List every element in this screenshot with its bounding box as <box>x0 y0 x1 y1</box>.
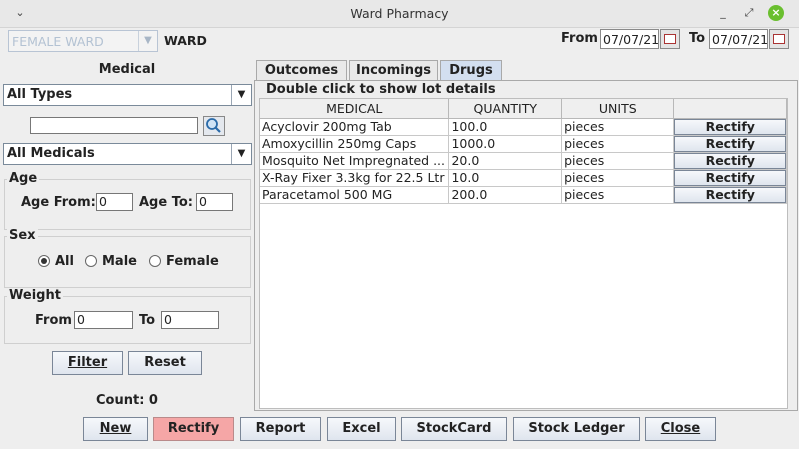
search-icon <box>206 118 221 133</box>
sex-male-label: Male <box>102 254 137 269</box>
maximize-icon[interactable]: ⤢ <box>741 5 757 21</box>
row-rectify-button[interactable]: Rectify <box>674 186 786 202</box>
search-button[interactable] <box>203 116 225 136</box>
row-rectify-button[interactable]: Rectify <box>674 152 786 168</box>
cell-medical: Mosquito Net Impregnated ... <box>260 152 450 170</box>
cell-quantity: 100.0 <box>448 118 563 136</box>
cell-units: pieces <box>561 118 675 136</box>
from-calendar-button[interactable] <box>660 29 680 49</box>
cell-quantity: 200.0 <box>448 186 563 204</box>
table-row[interactable]: Acyclovir 200mg Tab 100.0 pieces Rectify <box>260 118 787 136</box>
close-window-icon[interactable]: × <box>768 5 784 21</box>
column-header-medical[interactable]: MEDICAL <box>260 99 450 119</box>
cell-action: Rectify <box>673 186 787 204</box>
sex-all-radio[interactable] <box>38 255 50 267</box>
column-header-action[interactable] <box>673 99 787 119</box>
weight-from-input[interactable]: 0 <box>74 311 133 329</box>
cell-quantity: 10.0 <box>448 169 563 187</box>
cell-medical: Acyclovir 200mg Tab <box>260 118 450 136</box>
cell-action: Rectify <box>673 152 787 170</box>
tab-outcomes[interactable]: Outcomes <box>256 60 347 80</box>
table-row[interactable]: Mosquito Net Impregnated ... 20.0 pieces Re… <box>260 152 787 170</box>
search-input[interactable] <box>30 117 198 134</box>
type-filter-select[interactable]: All Types ▼ <box>3 84 252 106</box>
from-date-label: From <box>561 31 598 46</box>
calendar-icon <box>664 34 676 44</box>
age-to-label: Age To: <box>139 195 193 210</box>
filter-button[interactable]: Filter <box>52 351 123 375</box>
table-row[interactable]: X-Ray Fixer 3.3kg for 22.5 Ltr 10.0 pieces… <box>260 169 787 187</box>
reset-button[interactable]: Reset <box>128 351 202 375</box>
record-count: Count: 0 <box>96 393 158 408</box>
window-title: Ward Pharmacy <box>350 6 449 21</box>
sex-male-radio[interactable] <box>85 255 97 267</box>
cell-action: Rectify <box>673 135 787 153</box>
row-rectify-button[interactable]: Rectify <box>674 118 786 134</box>
title-bar: ⌄ Ward Pharmacy _ ⤢ × <box>0 0 799 28</box>
drugs-table: MEDICAL QUANTITY UNITS Acyclovir 200mg T… <box>259 98 788 409</box>
row-rectify-button[interactable]: Rectify <box>674 169 786 185</box>
medical-filter-value: All Medicals <box>7 146 95 161</box>
chevron-down-icon: ▼ <box>138 31 157 51</box>
cell-units: pieces <box>561 169 675 187</box>
tab-incomings[interactable]: Incomings <box>349 60 438 80</box>
cell-medical: Paracetamol 500 MG <box>260 186 450 204</box>
sex-group-title: Sex <box>7 228 38 243</box>
cell-action: Rectify <box>673 118 787 136</box>
to-date-field[interactable]: 07/07/21 <box>709 29 768 49</box>
weight-to-label: To <box>139 313 156 328</box>
minimize-icon[interactable]: _ <box>715 5 731 21</box>
chevron-down-icon: ▼ <box>231 144 251 164</box>
report-button[interactable]: Report <box>240 417 321 441</box>
table-row[interactable]: Amoxycillin 250mg Caps 1000.0 pieces Rectif… <box>260 135 787 153</box>
from-date-field[interactable]: 07/07/21 <box>600 29 659 49</box>
cell-quantity: 1000.0 <box>448 135 563 153</box>
column-header-units[interactable]: UNITS <box>561 99 675 119</box>
to-date-label: To <box>689 31 706 46</box>
cell-units: pieces <box>561 152 675 170</box>
weight-from-label: From <box>35 313 72 328</box>
to-calendar-button[interactable] <box>769 29 789 49</box>
medical-filter-select[interactable]: All Medicals ▼ <box>3 143 252 165</box>
sex-female-label: Female <box>166 254 219 269</box>
age-group-title: Age <box>7 171 40 186</box>
table-header-row: MEDICAL QUANTITY UNITS <box>260 99 787 119</box>
ward-select-value: FEMALE WARD <box>12 34 104 49</box>
age-from-label: Age From: <box>21 195 96 210</box>
close-button[interactable]: Close <box>645 417 716 441</box>
cell-units: pieces <box>561 186 675 204</box>
column-header-quantity[interactable]: QUANTITY <box>448 99 563 119</box>
rectify-button[interactable]: Rectify <box>153 417 234 441</box>
lot-details-hint: Double click to show lot details <box>264 82 498 97</box>
cell-medical: Amoxycillin 250mg Caps <box>260 135 450 153</box>
cell-quantity: 20.0 <box>448 152 563 170</box>
type-filter-value: All Types <box>7 87 73 102</box>
age-to-input[interactable]: 0 <box>196 193 233 211</box>
cell-action: Rectify <box>673 169 787 187</box>
sex-all-label: All <box>55 254 74 269</box>
sex-female-radio[interactable] <box>149 255 161 267</box>
weight-group-title: Weight <box>7 288 63 303</box>
weight-to-input[interactable]: 0 <box>161 311 219 329</box>
ward-select[interactable]: FEMALE WARD ▼ <box>8 30 158 52</box>
excel-button[interactable]: Excel <box>327 417 396 441</box>
cell-medical: X-Ray Fixer 3.3kg for 22.5 Ltr <box>260 169 450 187</box>
medical-section-title: Medical <box>98 62 156 77</box>
cell-units: pieces <box>561 135 675 153</box>
stockcard-button[interactable]: StockCard <box>401 417 507 441</box>
stock-ledger-button[interactable]: Stock Ledger <box>513 417 640 441</box>
row-rectify-button[interactable]: Rectify <box>674 135 786 151</box>
calendar-icon <box>773 34 785 44</box>
table-row[interactable]: Paracetamol 500 MG 200.0 pieces Rectify <box>260 186 787 204</box>
chevron-down-icon: ▼ <box>231 85 251 105</box>
new-button[interactable]: New <box>83 417 148 441</box>
ward-label: WARD <box>164 33 207 48</box>
age-from-input[interactable]: 0 <box>96 193 133 211</box>
tab-drugs[interactable]: Drugs <box>440 60 502 81</box>
